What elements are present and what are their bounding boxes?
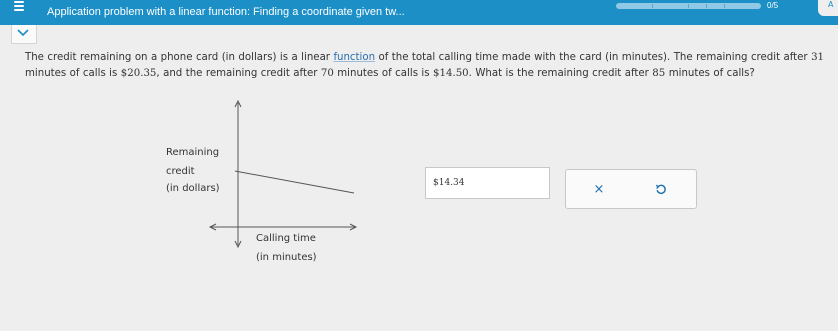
side-tab[interactable]: A [818, 0, 838, 16]
graph: Remaining credit (in dollars) Calling ti… [160, 95, 370, 275]
chevron-down-icon [17, 29, 29, 37]
y-label-line-3: (in dollars) [166, 183, 220, 194]
action-panel: × [565, 169, 697, 209]
menu-icon[interactable] [14, 1, 24, 11]
clear-button[interactable]: × [586, 176, 612, 202]
y-label-line-2: credit [166, 166, 195, 177]
function-link[interactable]: function [333, 52, 375, 63]
progress-bar [616, 3, 761, 9]
undo-button[interactable] [648, 176, 674, 202]
x-label-line-1: Calling time [256, 233, 316, 244]
collapse-button[interactable] [11, 25, 37, 44]
close-icon: × [593, 181, 605, 197]
answer-input[interactable]: $14.34 [425, 167, 550, 199]
top-bar: Application problem with a linear functi… [0, 0, 838, 25]
page-title: Application problem with a linear functi… [47, 6, 405, 18]
side-tab-label: A [828, 0, 834, 9]
answer-value: $14.34 [433, 178, 465, 188]
question-text: The credit remaining on a phone card (in… [25, 52, 825, 79]
y-label-line-1: Remaining [166, 147, 220, 158]
credit-line [234, 170, 355, 194]
progress-label: 0/5 [767, 1, 779, 10]
undo-icon [655, 184, 666, 195]
x-label-line-2: (in minutes) [256, 252, 317, 263]
